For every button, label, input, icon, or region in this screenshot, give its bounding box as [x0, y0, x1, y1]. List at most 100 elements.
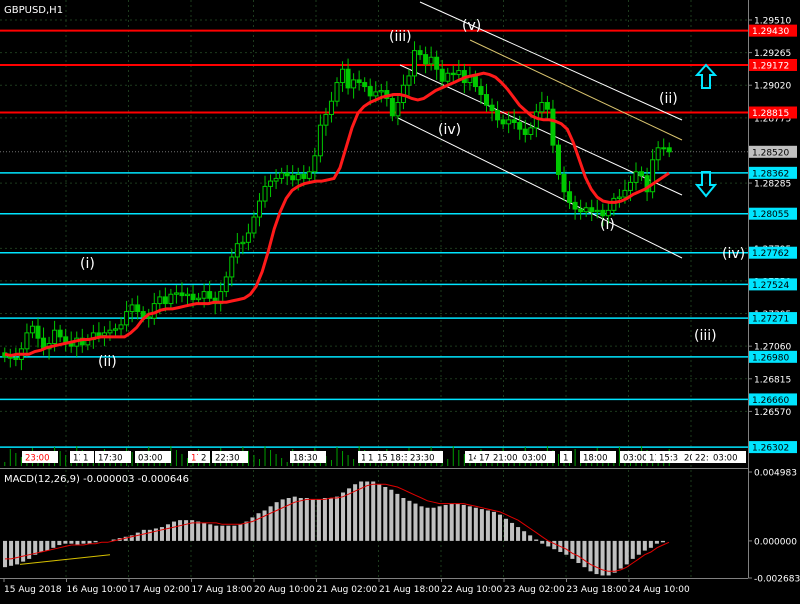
- candle-body: [406, 75, 412, 86]
- wave-label: (ii): [659, 91, 678, 107]
- candle-body: [522, 128, 528, 135]
- candle-body: [168, 293, 174, 305]
- candle-body: [124, 311, 130, 326]
- candle-body: [572, 201, 578, 210]
- candle-body: [35, 325, 41, 339]
- candle-body: [456, 70, 462, 76]
- candle-body: [57, 329, 63, 338]
- candle-body: [627, 181, 633, 191]
- candle-body: [162, 296, 168, 305]
- wave-label: (i): [600, 217, 615, 233]
- candle-body: [495, 110, 501, 121]
- candle-body: [555, 144, 561, 175]
- candle-body: [268, 180, 274, 187]
- candle-body: [395, 102, 401, 117]
- candle-body: [528, 127, 534, 135]
- time-marker-label: 17:30: [98, 454, 123, 464]
- time-tick-label: 21 Aug 18:00: [379, 585, 440, 595]
- candle-body: [583, 207, 589, 213]
- candle-body: [334, 82, 340, 102]
- candle-body: [284, 172, 290, 177]
- candle-body: [135, 304, 141, 313]
- candle-body: [544, 102, 550, 110]
- candle-body: [196, 297, 202, 301]
- candle-body: [356, 79, 362, 84]
- candle-body: [594, 209, 600, 213]
- time-tick-label: 20 Aug 10:00: [254, 585, 315, 595]
- price-tag-label: 1.27762: [752, 249, 789, 259]
- candle-body: [279, 172, 285, 179]
- time-marker-label: 23:00: [25, 454, 50, 464]
- price-tag-label: 1.28055: [752, 210, 789, 220]
- candle-body: [223, 276, 229, 293]
- time-marker-label: 18:30: [293, 454, 318, 464]
- candle-body: [439, 68, 445, 82]
- candle-body: [589, 207, 595, 213]
- wave-label: (iv): [722, 246, 745, 262]
- price-tag-label: 1.28362: [752, 169, 789, 179]
- candle-body: [107, 329, 113, 334]
- candle-body: [500, 119, 506, 125]
- candle-body: [113, 328, 119, 331]
- price-tag-label: 1.26302: [752, 444, 789, 454]
- time-marker-label: 2: [201, 454, 206, 464]
- candle-body: [472, 75, 478, 88]
- time-tick-label: 15 Aug 2018: [4, 585, 62, 595]
- candle-body: [317, 124, 323, 157]
- time-marker-label: 22:30: [215, 454, 240, 464]
- candle-body: [24, 332, 30, 350]
- candle-body: [229, 256, 235, 278]
- candle-body: [179, 292, 185, 297]
- candle-body: [373, 91, 379, 97]
- candle-body: [611, 197, 617, 211]
- candle-body: [52, 329, 58, 345]
- time-marker-label: 15: [377, 454, 388, 464]
- candle-body: [616, 196, 622, 199]
- candle-body: [423, 54, 429, 65]
- candle-body: [340, 68, 346, 84]
- candle-body: [622, 189, 628, 198]
- candle-body: [417, 50, 423, 56]
- candle-body: [661, 147, 667, 150]
- time-marker-label: 1: [563, 454, 568, 464]
- candle-body: [328, 100, 334, 116]
- candle-body: [351, 79, 357, 89]
- candle-body: [7, 356, 13, 359]
- price-tag-label: 1.26980: [752, 353, 789, 363]
- time-marker-label: 03:00: [623, 454, 648, 464]
- candle-body: [517, 122, 523, 130]
- price-tick-label: 1.29265: [754, 49, 791, 59]
- price-tick-label: 1.29020: [754, 82, 791, 92]
- chart-title: GBPUSD,H1: [4, 5, 63, 16]
- macd-tick-label: 0.000000: [754, 537, 797, 547]
- candle-body: [506, 119, 512, 125]
- time-tick-label: 23 Aug 18:00: [567, 585, 628, 595]
- candle-body: [173, 292, 179, 295]
- time-marker-label: 18:3: [390, 454, 409, 464]
- candle-body: [190, 293, 196, 301]
- macd-title: MACD(12,26,9) -0.000003 -0.000646: [4, 474, 189, 485]
- trading-chart[interactable]: 23:00 11: 1 17:30 03:00 17 2 22:30 18:30 1 1 15 18:3…: [0, 0, 800, 600]
- candle-body: [96, 332, 102, 337]
- candle-body: [306, 171, 312, 179]
- candle-body: [650, 159, 656, 193]
- macd-tick-label: 0.004983: [754, 469, 797, 479]
- candle-body: [561, 173, 567, 193]
- chart-canvas[interactable]: 23:00 11:1 17:30 03:00 17 2 22:30 18:30 1 1 15 18:3…: [0, 0, 800, 600]
- candle-body: [323, 114, 329, 126]
- candle-body: [251, 216, 257, 234]
- time-marker-label: 18:00: [583, 454, 608, 464]
- time-marker-label: 03:00: [522, 454, 547, 464]
- time-marker-label: 1: [368, 454, 373, 464]
- candle-body: [605, 209, 611, 217]
- candle-body: [428, 56, 434, 65]
- candle-body: [184, 293, 190, 297]
- candle-body: [600, 209, 606, 217]
- candle-body: [129, 304, 135, 313]
- candle-body: [240, 241, 246, 245]
- candle-body: [118, 324, 124, 330]
- candle-body: [290, 175, 296, 181]
- candle-body: [201, 291, 207, 299]
- wave-label: (i): [80, 256, 95, 272]
- price-tag-label: 1.29430: [752, 27, 789, 37]
